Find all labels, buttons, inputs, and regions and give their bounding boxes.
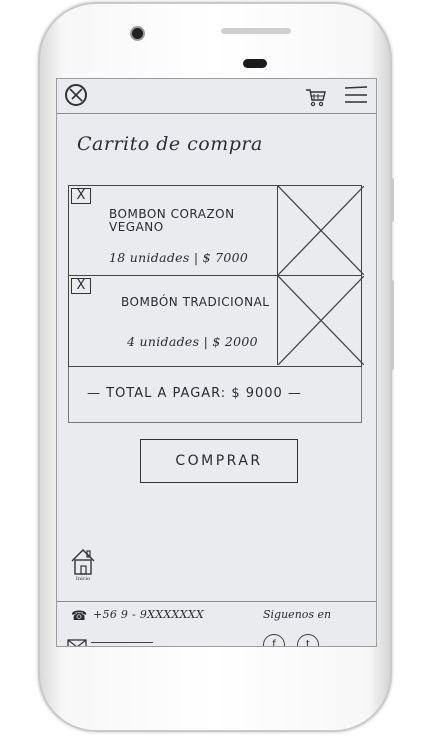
app-screen: Carrito de compra X BOMBON CORAZON VEGAN… <box>56 78 377 647</box>
mail-icon[interactable] <box>67 638 87 646</box>
follow-us-label: Siguenos en <box>263 608 332 621</box>
product-name: BOMBON CORAZON VEGANO <box>109 207 235 234</box>
cart-items-box: X BOMBON CORAZON VEGANO 18 unidades | $ … <box>68 185 364 367</box>
front-camera-icon <box>132 28 143 39</box>
power-button <box>390 280 394 370</box>
product-detail: 18 unidades | $ 7000 <box>109 250 249 265</box>
phone-icon: ☎ <box>71 609 88 624</box>
buy-button[interactable]: COMPRAR <box>140 439 298 483</box>
total-amount: — TOTAL A PAGAR: $ 9000 — <box>87 386 302 401</box>
total-box: — TOTAL A PAGAR: $ 9000 — <box>68 367 362 423</box>
cart-item: X BOMBON CORAZON VEGANO 18 unidades | $ … <box>69 186 364 276</box>
top-bar <box>57 79 376 114</box>
email-line <box>91 642 153 643</box>
hamburger-menu-icon[interactable] <box>343 84 369 106</box>
facebook-icon[interactable]: f <box>263 634 285 646</box>
volume-button <box>390 178 394 222</box>
footer: ☎ +56 9 - 9XXXXXXX Siguenos en f t <box>57 601 376 646</box>
twitter-icon[interactable]: t <box>297 634 319 646</box>
proximity-sensor <box>243 59 267 68</box>
cart-icon[interactable] <box>305 87 327 107</box>
home-icon[interactable]: Inicio <box>69 547 97 587</box>
remove-item-button[interactable]: X <box>71 278 91 294</box>
image-placeholder <box>277 276 364 365</box>
product-detail: 4 unidades | $ 2000 <box>127 334 258 349</box>
home-label: Inicio <box>75 576 91 582</box>
image-placeholder <box>277 186 364 275</box>
page-title: Carrito de compra <box>77 133 263 155</box>
product-name: BOMBÓN TRADICIONAL <box>121 295 270 309</box>
contact-phone[interactable]: +56 9 - 9XXXXXXX <box>93 608 204 621</box>
circle-cross-logo-icon[interactable] <box>65 84 87 106</box>
cart-item: X BOMBÓN TRADICIONAL 4 unidades | $ 2000 <box>69 276 364 365</box>
speaker-grille <box>221 28 291 34</box>
remove-item-button[interactable]: X <box>71 188 91 204</box>
